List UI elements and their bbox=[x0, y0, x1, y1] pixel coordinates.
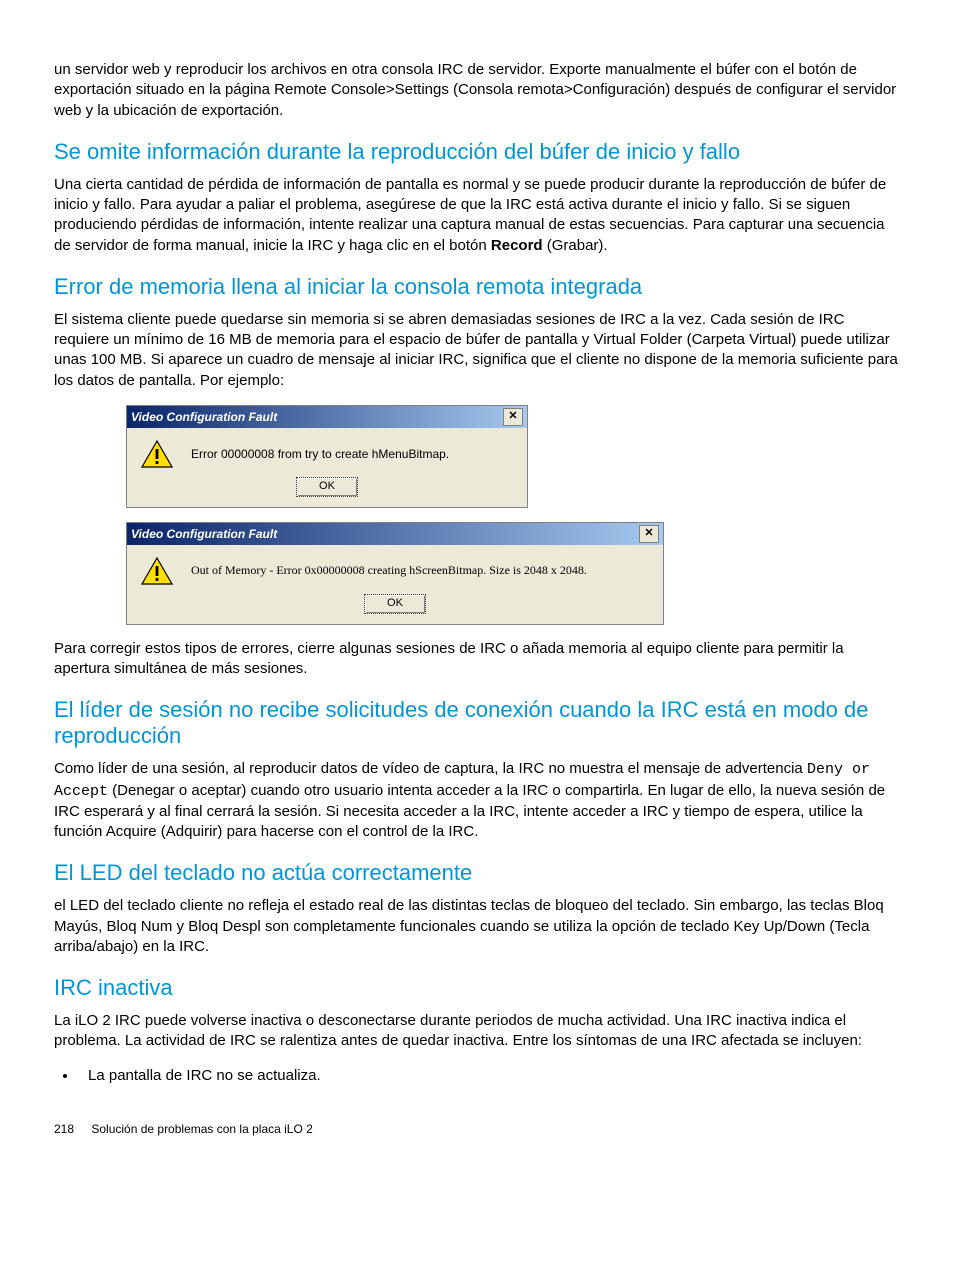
warning-icon bbox=[141, 440, 173, 468]
error-dialog-2: Video Configuration Fault ✕ Out of Memor… bbox=[126, 522, 664, 625]
symptom-list: La pantalla de IRC no se actualiza. bbox=[54, 1066, 900, 1086]
section-heading-2: Error de memoria llena al iniciar la con… bbox=[54, 274, 900, 300]
record-bold: Record bbox=[491, 237, 543, 254]
dialog1-button-row: OK bbox=[127, 476, 527, 507]
section2-paragraph2: Para corregir estos tipos de errores, ci… bbox=[54, 639, 900, 680]
section1-text-pre: Una cierta cantidad de pérdida de inform… bbox=[54, 176, 886, 254]
page-number: 218 bbox=[54, 1122, 88, 1136]
section-heading-1: Se omite información durante la reproduc… bbox=[54, 139, 900, 165]
footer-title: Solución de problemas con la placa iLO 2 bbox=[91, 1122, 312, 1136]
intro-paragraph: un servidor web y reproducir los archivo… bbox=[54, 60, 900, 121]
dialog2-title: Video Configuration Fault bbox=[131, 527, 277, 541]
list-item: La pantalla de IRC no se actualiza. bbox=[78, 1066, 900, 1086]
dialog1-client: Error 00000008 from try to create hMenuB… bbox=[127, 428, 527, 476]
document-page: un servidor web y reproducir los archivo… bbox=[0, 0, 954, 1176]
error-dialog-1: Video Configuration Fault ✕ Error 000000… bbox=[126, 405, 528, 508]
section-heading-5: IRC inactiva bbox=[54, 975, 900, 1001]
section1-paragraph: Una cierta cantidad de pérdida de inform… bbox=[54, 175, 900, 256]
ok-button[interactable]: OK bbox=[296, 477, 358, 497]
dialog2-client: Out of Memory - Error 0x00000008 creatin… bbox=[127, 545, 663, 593]
dialog2-button-row: OK bbox=[127, 593, 663, 624]
dialog1-message: Error 00000008 from try to create hMenuB… bbox=[191, 447, 449, 461]
dialog2-titlebar: Video Configuration Fault ✕ bbox=[127, 523, 663, 545]
section3-text-post: (Denegar o aceptar) cuando otro usuario … bbox=[54, 782, 885, 841]
section1-text-post: (Grabar). bbox=[543, 237, 608, 254]
section4-paragraph: el LED del teclado cliente no refleja el… bbox=[54, 896, 900, 957]
close-icon[interactable]: ✕ bbox=[503, 408, 523, 426]
page-footer: 218 Solución de problemas con la placa i… bbox=[54, 1122, 900, 1136]
section5-paragraph: La iLO 2 IRC puede volverse inactiva o d… bbox=[54, 1011, 900, 1052]
section-heading-3: El líder de sesión no recibe solicitudes… bbox=[54, 697, 900, 749]
dialog2-message: Out of Memory - Error 0x00000008 creatin… bbox=[191, 563, 587, 578]
section3-paragraph: Como líder de una sesión, al reproducir … bbox=[54, 759, 900, 842]
warning-icon bbox=[141, 557, 173, 585]
section-heading-4: El LED del teclado no actúa correctament… bbox=[54, 860, 900, 886]
close-icon[interactable]: ✕ bbox=[639, 525, 659, 543]
ok-button[interactable]: OK bbox=[364, 594, 426, 614]
dialog1-title: Video Configuration Fault bbox=[131, 410, 277, 424]
dialog1-titlebar: Video Configuration Fault ✕ bbox=[127, 406, 527, 428]
section3-text-pre: Como líder de una sesión, al reproducir … bbox=[54, 760, 807, 777]
section2-paragraph1: El sistema cliente puede quedarse sin me… bbox=[54, 310, 900, 391]
